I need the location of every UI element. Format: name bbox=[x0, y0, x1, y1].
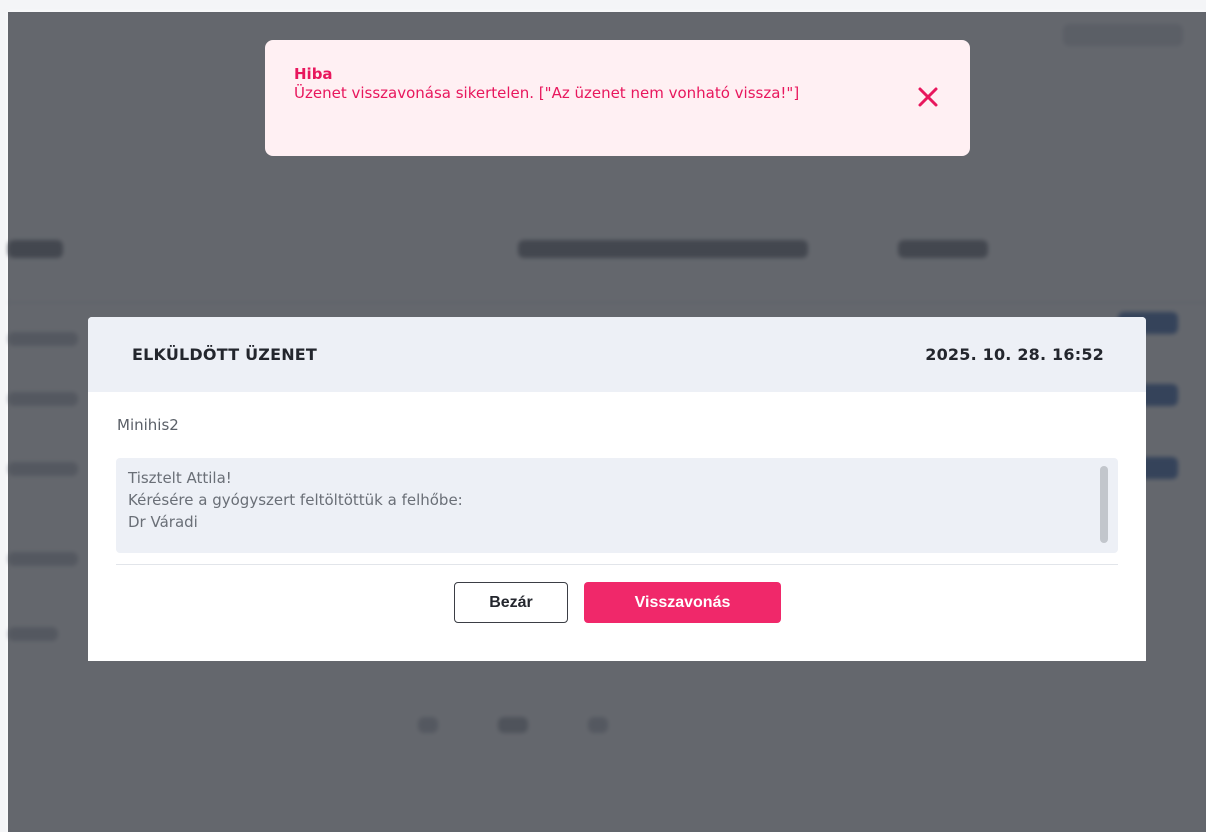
message-line: Dr Váradi bbox=[128, 513, 198, 531]
modal-title: ELKÜLDÖTT ÜZENET bbox=[132, 345, 318, 364]
sent-message-modal: ELKÜLDÖTT ÜZENET 2025. 10. 28. 16:52 Min… bbox=[88, 317, 1146, 661]
toast-title: Hiba bbox=[294, 65, 333, 83]
message-date: 2025. 10. 28. 16:52 bbox=[925, 345, 1104, 364]
close-button[interactable]: Bezár bbox=[454, 582, 568, 623]
scrollbar-thumb[interactable] bbox=[1100, 466, 1108, 543]
left-strip bbox=[0, 0, 8, 832]
message-line: Tisztelt Attila! bbox=[128, 469, 232, 487]
toast-message: Üzenet visszavonása sikertelen. ["Az üze… bbox=[294, 84, 800, 102]
message-body[interactable]: Tisztelt Attila! Kérésére a gyógyszert f… bbox=[116, 458, 1118, 553]
modal-divider bbox=[116, 564, 1118, 565]
page: Hiba Üzenet visszavonása sikertelen. ["A… bbox=[0, 0, 1206, 832]
revoke-button[interactable]: Visszavonás bbox=[584, 582, 781, 623]
close-icon[interactable] bbox=[914, 83, 942, 111]
message-line: Kérésére a gyógyszert feltöltöttük a fel… bbox=[128, 491, 463, 509]
sender-name: Minihis2 bbox=[117, 416, 179, 434]
top-strip bbox=[0, 0, 1206, 12]
error-toast: Hiba Üzenet visszavonása sikertelen. ["A… bbox=[265, 40, 970, 156]
modal-header: ELKÜLDÖTT ÜZENET 2025. 10. 28. 16:52 bbox=[88, 317, 1146, 392]
